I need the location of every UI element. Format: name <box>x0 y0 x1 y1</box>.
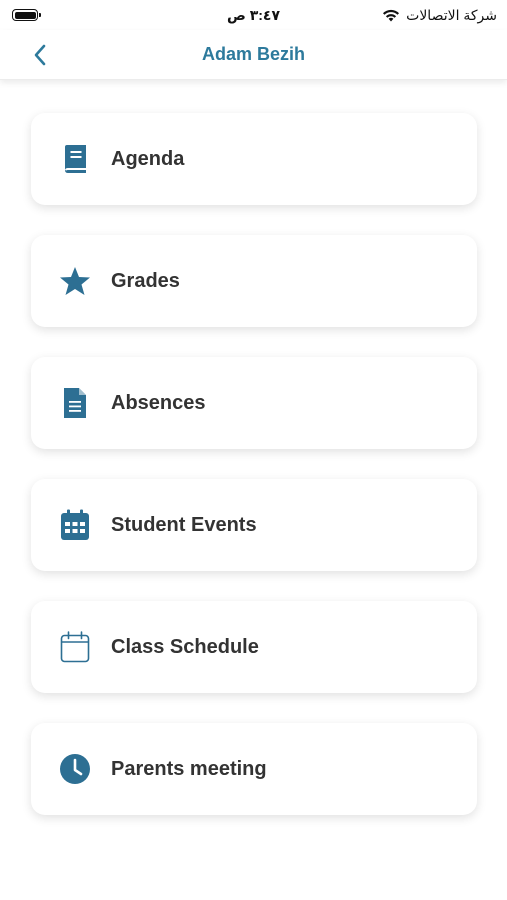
carrier-name: شركة الاتصالات <box>406 6 497 23</box>
menu-item-label: Class Schedule <box>111 635 259 658</box>
menu-item-absences[interactable]: Absences <box>31 357 477 449</box>
menu-item-label: Grades <box>111 269 180 292</box>
menu-item-student-events[interactable]: Student Events <box>31 479 477 571</box>
menu-item-label: Parents meeting <box>111 757 267 780</box>
page-title: Adam Bezih <box>201 44 306 64</box>
menu-item-class-schedule[interactable]: Class Schedule <box>31 601 477 693</box>
menu-item-parents-meeting[interactable]: Parents meeting <box>31 723 477 815</box>
nav-bar: Adam Bezih <box>0 30 507 80</box>
chevron-left-icon <box>34 44 46 66</box>
status-right: شركة الاتصالات <box>382 7 497 24</box>
status-left <box>12 9 41 21</box>
document-icon <box>59 387 91 419</box>
menu-item-label: Agenda <box>111 147 185 170</box>
battery-icon <box>12 9 41 21</box>
status-bar: ٣:٤٧ ص شركة الاتصالات <box>0 0 507 30</box>
star-icon <box>59 265 91 297</box>
menu-list: Agenda Grades Absences Student Events Cl… <box>31 113 477 845</box>
calendar-grid-icon <box>59 509 91 541</box>
wifi-icon <box>383 9 400 22</box>
menu-item-label: Student Events <box>111 513 257 536</box>
book-icon <box>59 143 91 175</box>
clock-icon <box>59 753 91 785</box>
menu-item-grades[interactable]: Grades <box>31 235 477 327</box>
back-button[interactable] <box>26 40 54 70</box>
menu-item-agenda[interactable]: Agenda <box>31 113 477 205</box>
calendar-outline-icon <box>59 631 91 663</box>
menu-item-label: Absences <box>111 391 206 414</box>
